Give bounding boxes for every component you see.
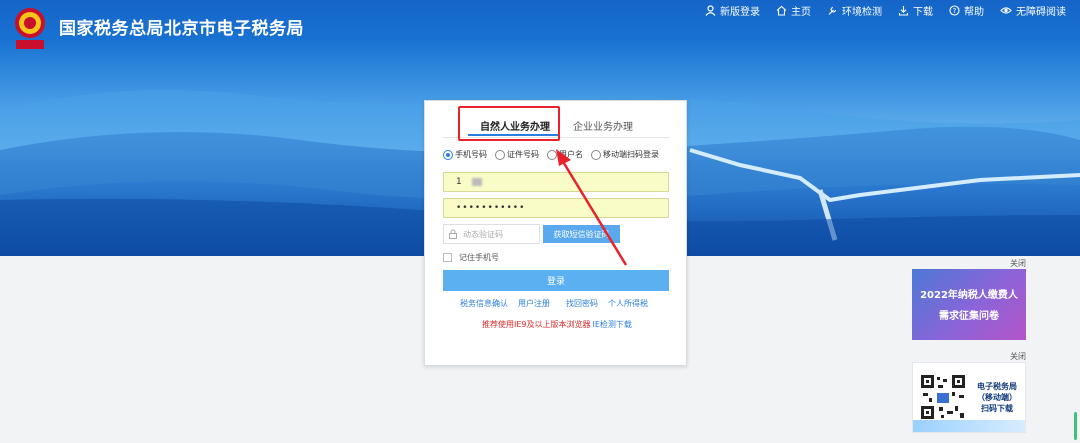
radio-phone[interactable]: 手机号码 [443, 149, 487, 160]
survey-ad-line2: 需求征集问卷 [939, 311, 999, 322]
eye-icon [1000, 6, 1012, 14]
scroll-indicator[interactable] [1074, 412, 1077, 440]
help-icon: ? [949, 4, 960, 16]
tab-enterprise[interactable]: 企业业务办理 [573, 118, 633, 133]
login-button[interactable]: 登录 [443, 270, 669, 291]
tax-emblem-logo [10, 6, 50, 52]
svg-text:?: ? [953, 7, 957, 15]
radio-qr-login[interactable]: 移动端扫码登录 [591, 149, 659, 160]
nav-accessibility-label: 无障碍阅读 [1016, 6, 1066, 18]
browser-recommendation-text: 推荐使用IE9及以上版本浏览器 [482, 320, 591, 329]
app-ad-text: 电子税务局 （移动端） 扫码下载 [969, 381, 1025, 414]
close-survey-ad[interactable]: 关闭 [1010, 258, 1026, 269]
link-register[interactable]: 用户注册 [518, 298, 550, 309]
radio-dot-selected [443, 149, 453, 160]
survey-ad-banner[interactable]: 2022年纳税人缴费人 需求征集问卷 [912, 269, 1026, 340]
phone-input-value: 1 [456, 177, 462, 187]
sms-code-placeholder: 动态验证码 [463, 229, 503, 239]
annotation-highlight-box [458, 106, 560, 141]
link-personal-income-tax[interactable]: 个人所得税 [608, 298, 648, 309]
lock-icon [449, 229, 457, 239]
mobile-app-ad[interactable]: 电子税务局 （移动端） 扫码下载 [912, 362, 1026, 433]
radio-dot [495, 149, 505, 160]
nav-home[interactable]: 主页 [776, 3, 811, 18]
radio-dot [547, 149, 557, 160]
sms-code-input[interactable]: 动态验证码 [443, 224, 540, 244]
app-ad-wave-decoration [913, 420, 1025, 432]
nav-new-login-label: 新版登录 [720, 6, 760, 18]
login-links: 税务信息确认 用户注册 找回密码 个人所得税 [460, 298, 648, 309]
site-title: 国家税务总局北京市电子税务局 [59, 19, 304, 39]
checkbox-box [443, 253, 452, 262]
ie-check-download-link[interactable]: IE检测下载 [593, 320, 632, 329]
radio-dot [591, 149, 601, 160]
browser-recommendation: 推荐使用IE9及以上版本浏览器 IE检测下载 [482, 319, 632, 330]
remember-phone-checkbox[interactable]: 记住手机号 [443, 252, 499, 263]
radio-username-label: 用户名 [559, 150, 583, 159]
wrench-icon [828, 6, 837, 15]
nav-home-label: 主页 [791, 6, 811, 18]
nav-help[interactable]: ? 帮助 [949, 3, 984, 18]
radio-username[interactable]: 用户名 [547, 149, 583, 160]
password-input[interactable]: ••••••••••• [443, 198, 669, 218]
nav-download-label: 下载 [913, 6, 933, 18]
user-icon [705, 4, 716, 16]
remember-phone-label: 记住手机号 [459, 253, 499, 262]
radio-id-number[interactable]: 证件号码 [495, 149, 539, 160]
nav-accessibility[interactable]: 无障碍阅读 [1000, 3, 1066, 18]
redacted-phone-block [471, 178, 482, 186]
home-icon [776, 5, 787, 16]
app-ad-line1: 电子税务局 [977, 382, 1017, 391]
app-ad-line3: 扫码下载 [981, 404, 1013, 413]
download-icon [898, 5, 909, 16]
app-ad-line2: （移动端） [977, 393, 1017, 402]
link-tax-info-confirm[interactable]: 税务信息确认 [460, 298, 508, 309]
phone-input[interactable]: 1 [443, 172, 669, 192]
nav-new-login[interactable]: 新版登录 [705, 3, 760, 18]
radio-id-number-label: 证件号码 [507, 150, 539, 159]
close-app-ad[interactable]: 关闭 [1010, 351, 1026, 362]
nav-help-label: 帮助 [964, 6, 984, 18]
survey-ad-line1: 2022年纳税人缴费人 [920, 290, 1018, 301]
radio-phone-label: 手机号码 [455, 150, 487, 159]
nav-download[interactable]: 下载 [898, 3, 933, 18]
qr-code-icon [919, 373, 967, 421]
login-method-group: 手机号码 证件号码 用户名 移动端扫码登录 [443, 149, 659, 160]
nav-env-check[interactable]: 环境检测 [827, 3, 882, 18]
get-sms-code-button[interactable]: 获取短信验证码 [543, 225, 620, 243]
link-recover-password[interactable]: 找回密码 [566, 298, 598, 309]
password-input-value: ••••••••••• [456, 203, 526, 213]
top-navigation: 新版登录 主页 环境检测 下载 ? 帮助 无障碍阅读 [705, 3, 1066, 18]
radio-qr-login-label: 移动端扫码登录 [603, 150, 659, 159]
nav-env-check-label: 环境检测 [842, 6, 882, 18]
